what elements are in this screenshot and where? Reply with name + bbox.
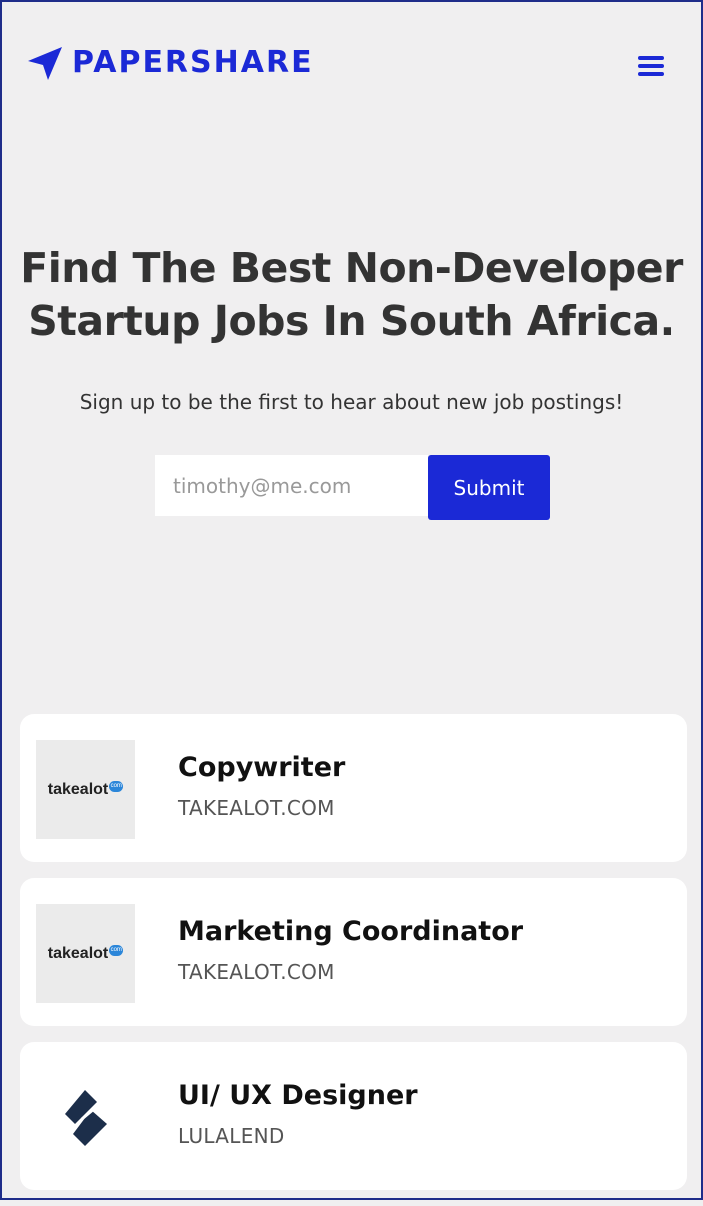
job-company: TAKEALOT.COM [178,796,335,820]
page-title: Find The Best Non-Developer Startup Jobs… [2,242,701,348]
job-list: takealot com Copywriter TAKEALOT.COM tak… [20,714,687,1206]
page-title-line-2: Startup Jobs In South Africa. [28,297,675,345]
job-card-ui-ux-designer[interactable]: UI/ UX Designer LULALEND [20,1042,687,1190]
page-title-line-1: Find The Best Non-Developer [20,244,683,292]
job-title: Marketing Coordinator [178,916,524,947]
papershare-logo[interactable]: PAPERSHARE [26,44,314,82]
email-input[interactable] [155,455,428,516]
job-card-marketing-coordinator[interactable]: takealot com Marketing Coordinator TAKEA… [20,878,687,1026]
signup-description: Sign up to be the first to hear about ne… [79,390,624,414]
job-company: TAKEALOT.COM [178,960,335,984]
takealot-logo-text: takealot [47,944,109,962]
job-company: LULALEND [178,1124,285,1148]
takealot-logo-badge: com [109,781,124,792]
takealot-logo-badge: com [109,945,124,956]
lulalend-logo-icon [36,1068,135,1167]
brand-name: PAPERSHARE [72,45,314,80]
takealot-logo-text: takealot [47,780,109,798]
takealot-logo-icon: takealot com [36,904,135,1003]
site-header: PAPERSHARE [2,2,701,132]
job-title: UI/ UX Designer [178,1080,418,1111]
hero-section: Find The Best Non-Developer Startup Jobs… [2,242,701,414]
job-card-copywriter[interactable]: takealot com Copywriter TAKEALOT.COM [20,714,687,862]
signup-form: Submit [155,455,550,520]
hamburger-menu-icon[interactable] [638,56,668,80]
takealot-logo-icon: takealot com [36,740,135,839]
job-title: Copywriter [178,752,346,783]
paper-plane-icon [28,47,62,80]
submit-button[interactable]: Submit [428,455,550,520]
